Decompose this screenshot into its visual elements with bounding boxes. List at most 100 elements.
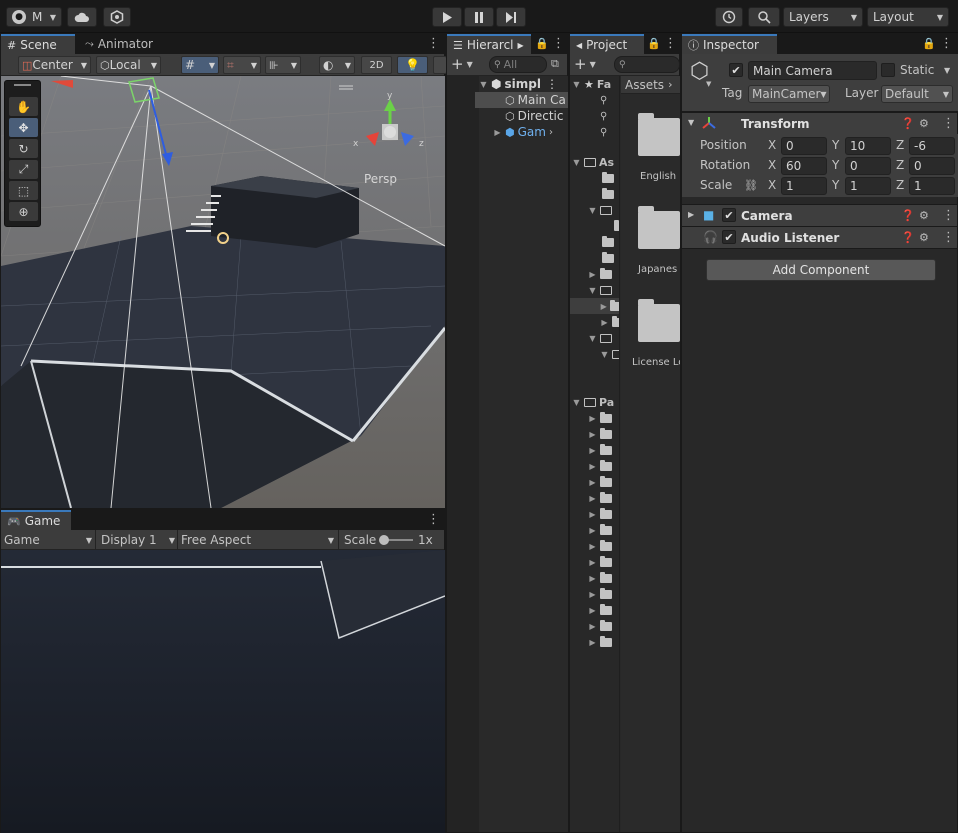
- expand-arrow-icon[interactable]: ▶: [493, 128, 502, 137]
- object-name-field[interactable]: Main Camera: [748, 61, 877, 80]
- more-options-icon[interactable]: ⋮: [552, 36, 565, 51]
- expand-arrow-icon[interactable]: ▶: [588, 590, 597, 599]
- package-folder-row[interactable]: ▶: [588, 458, 612, 474]
- help-icon[interactable]: ❓: [901, 209, 915, 222]
- expand-arrow-icon[interactable]: ▼: [600, 350, 609, 359]
- package-folder-row[interactable]: ▶: [588, 490, 612, 506]
- layers-dropdown[interactable]: Layers ▼: [783, 7, 863, 27]
- rotate-tool-button[interactable]: ↻: [9, 139, 38, 158]
- package-folder-row[interactable]: ▶: [588, 474, 612, 490]
- expand-arrow-icon[interactable]: ▶: [588, 270, 597, 279]
- scene-visibility-icon[interactable]: ⧉: [551, 57, 559, 71]
- assets-root-row[interactable]: ▼ As: [572, 154, 614, 170]
- folder-row[interactable]: [614, 218, 619, 234]
- more-options-icon[interactable]: ⋮: [942, 230, 955, 245]
- rotation-z-field[interactable]: 0: [909, 157, 955, 175]
- favorite-search-item[interactable]: ⚲: [600, 92, 607, 108]
- folder-row[interactable]: [602, 250, 614, 266]
- cloud-button[interactable]: [67, 7, 97, 27]
- display-dropdown[interactable]: Display 1 ▼: [101, 532, 175, 548]
- folder-tile-license[interactable]: [638, 299, 680, 342]
- position-x-field[interactable]: 0: [781, 137, 827, 155]
- step-button[interactable]: [496, 7, 526, 27]
- static-checkbox[interactable]: [881, 63, 895, 77]
- expand-arrow-icon[interactable]: ▶: [588, 478, 597, 487]
- pause-button[interactable]: [464, 7, 494, 27]
- package-folder-row[interactable]: ▶: [588, 618, 612, 634]
- expand-arrow-icon[interactable]: ▶: [588, 510, 597, 519]
- package-folder-row[interactable]: ▶: [588, 586, 612, 602]
- folder-tile-english[interactable]: [638, 113, 680, 156]
- package-folder-row[interactable]: ▶: [588, 426, 612, 442]
- tab-game[interactable]: 🎮 Game: [1, 510, 71, 530]
- position-z-field[interactable]: -6: [909, 137, 955, 155]
- expand-arrow-icon[interactable]: ▶: [588, 558, 597, 567]
- tab-animator[interactable]: ⤳ Animator: [79, 34, 159, 54]
- packages-root-row[interactable]: ▼ Pa: [572, 394, 614, 410]
- rotation-y-field[interactable]: 0: [845, 157, 891, 175]
- more-options-icon[interactable]: ⋮: [427, 512, 440, 527]
- scene-root-row[interactable]: ▼ ⬢ simpl ⋮: [479, 76, 558, 92]
- preset-sliders-icon[interactable]: ⚙: [919, 117, 929, 130]
- scale-slider[interactable]: [379, 535, 413, 545]
- aspect-dropdown[interactable]: Free Aspect ▼: [181, 532, 334, 548]
- space-local-dropdown[interactable]: ⬡ Local ▼: [96, 56, 161, 74]
- hierarchy-item-directional-light[interactable]: ⬡ Directic: [505, 108, 563, 124]
- chevron-down-icon[interactable]: ▼: [944, 66, 950, 75]
- favorite-search-item[interactable]: ⚲: [600, 108, 607, 124]
- expand-arrow-icon[interactable]: ▶: [588, 430, 597, 439]
- lock-icon[interactable]: 🔒: [922, 37, 936, 50]
- search-button[interactable]: [748, 7, 780, 27]
- pivot-center-dropdown[interactable]: ◫ Center ▼: [18, 56, 91, 74]
- rect-tool-button[interactable]: ⬚: [9, 181, 38, 200]
- package-folder-row[interactable]: ▶: [588, 442, 612, 458]
- scale-x-field[interactable]: 1: [781, 177, 827, 195]
- game-viewport[interactable]: [1, 550, 445, 833]
- scale-slider-thumb[interactable]: [379, 535, 389, 545]
- create-button[interactable]: + ▼: [451, 55, 481, 73]
- expand-arrow-icon[interactable]: ▼: [588, 206, 597, 215]
- play-button[interactable]: [432, 7, 462, 27]
- project-search-input[interactable]: ⚲: [614, 56, 680, 73]
- link-icon[interactable]: ⛓: [744, 179, 758, 192]
- collab-button[interactable]: [103, 7, 131, 27]
- drag-handle-icon[interactable]: [14, 84, 31, 86]
- favorite-search-item[interactable]: ⚲: [600, 124, 607, 140]
- lock-icon[interactable]: 🔒: [535, 37, 549, 50]
- hierarchy-item-main-camera[interactable]: ⬡ Main Ca: [475, 92, 568, 108]
- expand-arrow-icon[interactable]: ▶: [588, 494, 597, 503]
- package-folder-row[interactable]: ▶: [588, 602, 612, 618]
- expand-arrow-icon[interactable]: ▶: [588, 574, 597, 583]
- package-folder-row[interactable]: ▶: [588, 554, 612, 570]
- camera-enabled-checkbox[interactable]: ✔: [722, 208, 736, 222]
- transform-header[interactable]: ▼ Transform ❓ ⚙ ⋮: [682, 112, 957, 134]
- folder-row[interactable]: ▼: [600, 346, 619, 362]
- expand-arrow-icon[interactable]: ▶: [588, 542, 597, 551]
- folder-row[interactable]: ▼: [588, 330, 612, 346]
- tab-inspector[interactable]: ⓘ Inspector: [682, 34, 777, 54]
- hierarchy-search-input[interactable]: ⚲ All: [489, 56, 547, 73]
- account-dropdown[interactable]: ● M ▼: [6, 7, 62, 27]
- package-folder-row[interactable]: ▶: [588, 634, 612, 650]
- breadcrumb-assets[interactable]: Assets: [625, 78, 664, 92]
- toggle-2d-button[interactable]: 2D: [361, 56, 392, 74]
- layer-dropdown[interactable]: Default ▼: [881, 85, 953, 103]
- package-folder-row[interactable]: ▶: [588, 538, 612, 554]
- expand-arrow-icon[interactable]: ▼: [479, 80, 488, 89]
- layout-dropdown[interactable]: Layout ▼: [867, 7, 949, 27]
- folder-row[interactable]: [602, 234, 614, 250]
- game-view-dropdown[interactable]: Game ▼: [4, 532, 92, 548]
- expand-arrow-icon[interactable]: ▶: [588, 606, 597, 615]
- folder-row[interactable]: ▶: [600, 314, 619, 330]
- ruler-toggle[interactable]: ⊪ ▼: [265, 56, 301, 74]
- package-folder-row[interactable]: ▶: [588, 410, 612, 426]
- preset-sliders-icon[interactable]: ⚙: [919, 231, 929, 244]
- draw-mode-dropdown[interactable]: ◐ ▼: [319, 56, 355, 74]
- grid-snap-toggle[interactable]: # ▼: [181, 56, 219, 74]
- expand-arrow-icon[interactable]: ▶: [688, 210, 694, 219]
- audio-listener-component-header[interactable]: 🎧 ✔ Audio Listener ❓ ⚙ ⋮: [682, 226, 957, 248]
- tab-scene[interactable]: # Scene: [1, 34, 75, 54]
- add-component-button[interactable]: Add Component: [706, 259, 936, 281]
- expand-arrow-icon[interactable]: ▼: [588, 334, 597, 343]
- help-icon[interactable]: ❓: [901, 117, 915, 130]
